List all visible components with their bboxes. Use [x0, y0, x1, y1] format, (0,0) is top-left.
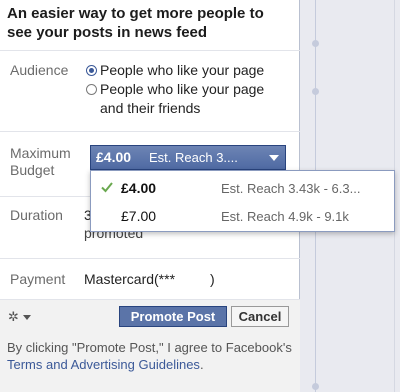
payment-label: Payment — [10, 271, 66, 287]
audience-option-fans-friends-label-line2[interactable]: and their friends — [100, 99, 200, 118]
cancel-button[interactable]: Cancel — [231, 306, 289, 327]
chevron-down-icon[interactable] — [23, 315, 31, 320]
budget-menu-item[interactable]: £4.00 Est. Reach 3.43k - 6.3... — [91, 174, 394, 202]
audience-label: Audience — [10, 62, 69, 78]
budget-menu-item-reach: Est. Reach 3.43k - 6.3... — [221, 181, 361, 196]
divider — [0, 131, 300, 132]
budget-menu-item-amount: £4.00 — [121, 180, 157, 196]
timeline-dot — [312, 383, 319, 390]
budget-label-line2: Budget — [10, 162, 55, 178]
chevron-down-icon — [269, 155, 279, 161]
gear-icon[interactable]: ✲ — [8, 309, 19, 325]
legal-text: By clicking "Promote Post," I agree to F… — [7, 340, 292, 355]
budget-selected-amount: £4.00 — [96, 149, 132, 165]
audience-option-fans-friends-label[interactable]: People who like your page — [100, 80, 264, 99]
budget-select[interactable]: £4.00 Est. Reach 3.... — [90, 145, 286, 170]
promote-post-button[interactable]: Promote Post — [119, 306, 227, 327]
budget-menu-item-reach: Est. Reach 4.9k - 9.1k — [221, 209, 349, 224]
dialog-headline: An easier way to get more people to see … — [7, 5, 264, 41]
divider — [0, 258, 300, 259]
duration-label: Duration — [10, 207, 63, 223]
budget-menu-item-amount: £7.00 — [121, 208, 157, 224]
payment-method[interactable]: Mastercard(*** ) — [84, 270, 215, 289]
timeline-dot — [312, 88, 319, 95]
terms-link[interactable]: Terms and Advertising Guidelines — [7, 357, 200, 372]
budget-menu-item[interactable]: £7.00 Est. Reach 4.9k - 9.1k — [91, 202, 394, 230]
legal-notice: By clicking "Promote Post," I agree to F… — [7, 339, 297, 373]
audience-radio-fans-friends[interactable] — [86, 84, 97, 95]
legal-text-end: . — [199, 357, 204, 372]
budget-selected-reach: Est. Reach 3.... — [149, 150, 238, 165]
budget-dropdown-menu: £4.00 Est. Reach 3.43k - 6.3... £7.00 Es… — [90, 170, 395, 232]
divider — [0, 50, 300, 51]
audience-option-fans-label[interactable]: People who like your page — [100, 61, 264, 80]
timeline-dot — [312, 40, 319, 47]
checkmark-icon — [101, 182, 113, 193]
audience-radio-fans[interactable] — [86, 65, 97, 76]
